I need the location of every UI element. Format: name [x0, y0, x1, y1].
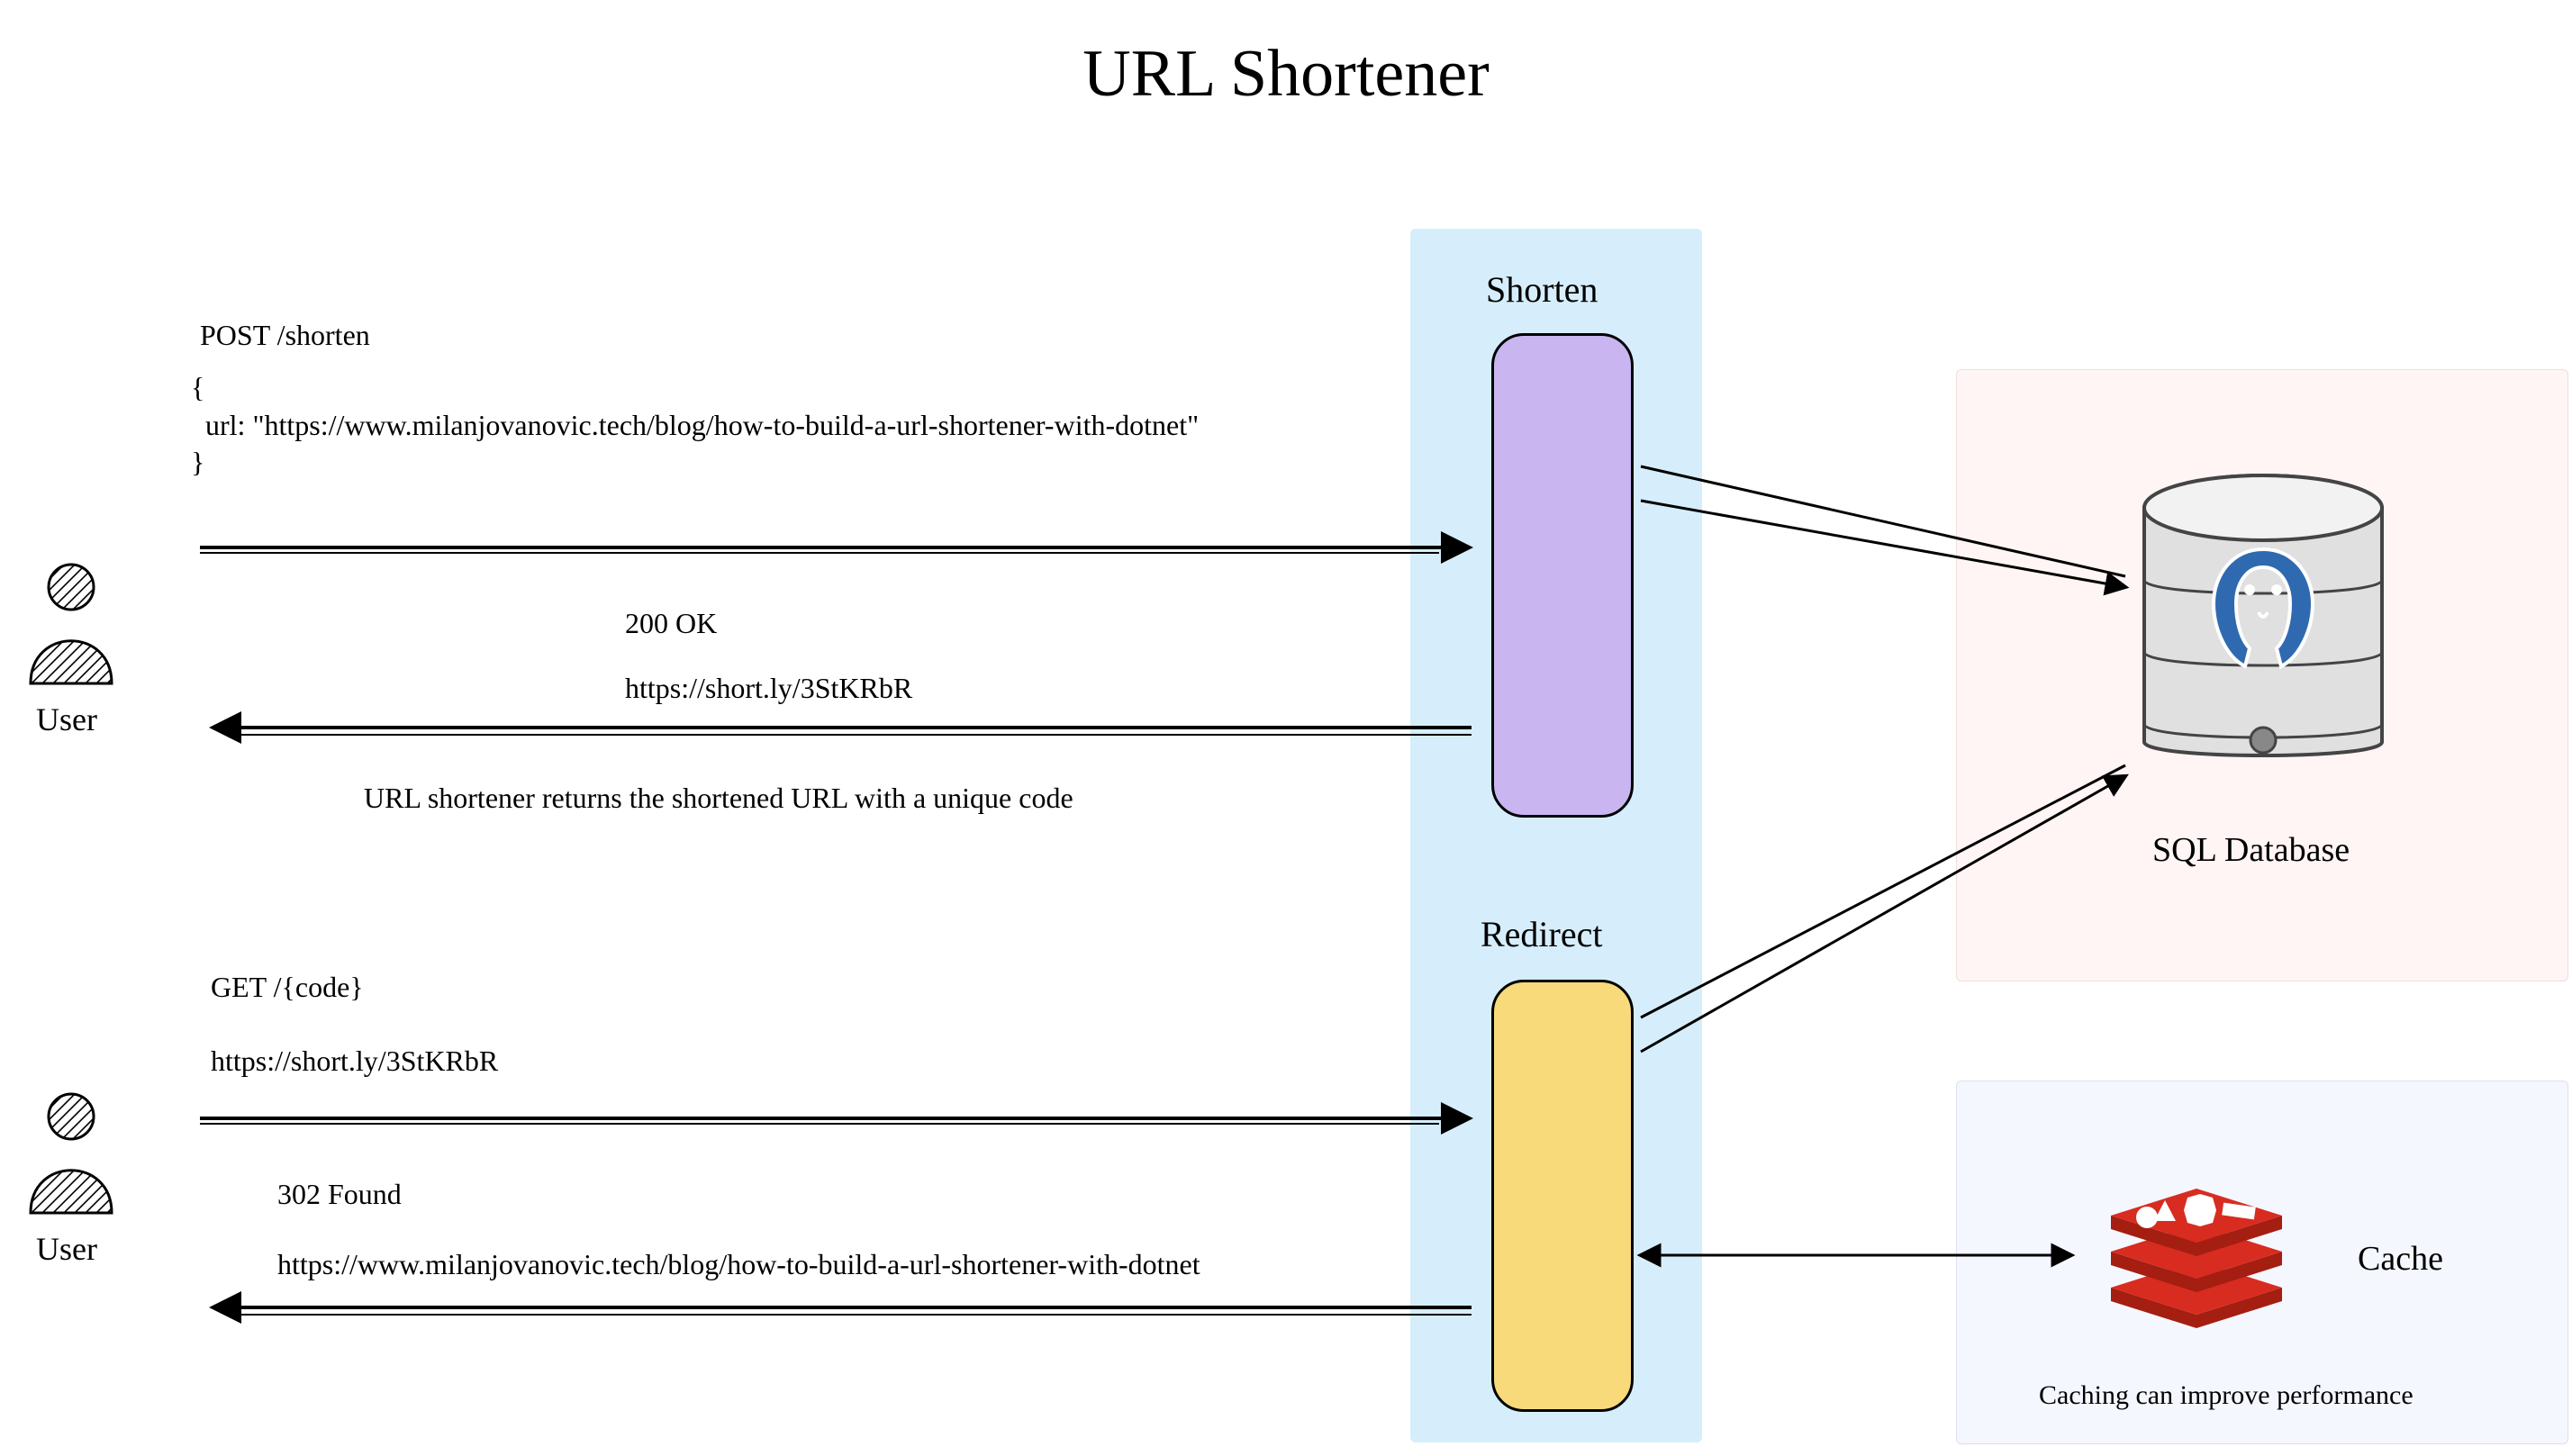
- shorten-request-body: { url: "https://www.milanjovanovic.tech/…: [191, 369, 1199, 482]
- shorten-response-url: https://short.ly/3StKRbR: [625, 670, 912, 708]
- cache-label: Cache: [2358, 1237, 2443, 1281]
- redirect-label: Redirect: [1481, 911, 1603, 958]
- redirect-endpoint-box: [1491, 980, 1634, 1412]
- user1-label: User: [36, 699, 97, 741]
- postgres-logo-icon: [2205, 540, 2322, 675]
- database-label: SQL Database: [2152, 828, 2350, 873]
- shorten-request-line: POST /shorten: [200, 317, 370, 355]
- cache-note: Caching can improve performance: [2039, 1378, 2414, 1413]
- shorten-response-note: URL shortener returns the shortened URL …: [364, 780, 1073, 818]
- redirect-response-status: 302 Found: [277, 1176, 402, 1214]
- diagram-title: URL Shortener: [0, 36, 2572, 113]
- redirect-response-url: https://www.milanjovanovic.tech/blog/how…: [277, 1246, 1200, 1284]
- redis-logo-icon: [2093, 1135, 2300, 1342]
- shorten-response-status: 200 OK: [625, 605, 717, 643]
- user2-label: User: [36, 1228, 97, 1271]
- redirect-request-url: https://short.ly/3StKRbR: [211, 1043, 498, 1081]
- redirect-request-line: GET /{code}: [211, 969, 364, 1007]
- user-icon: [23, 562, 119, 688]
- user-icon: [23, 1091, 119, 1217]
- shorten-label: Shorten: [1486, 267, 1598, 313]
- shorten-endpoint-box: [1491, 333, 1634, 818]
